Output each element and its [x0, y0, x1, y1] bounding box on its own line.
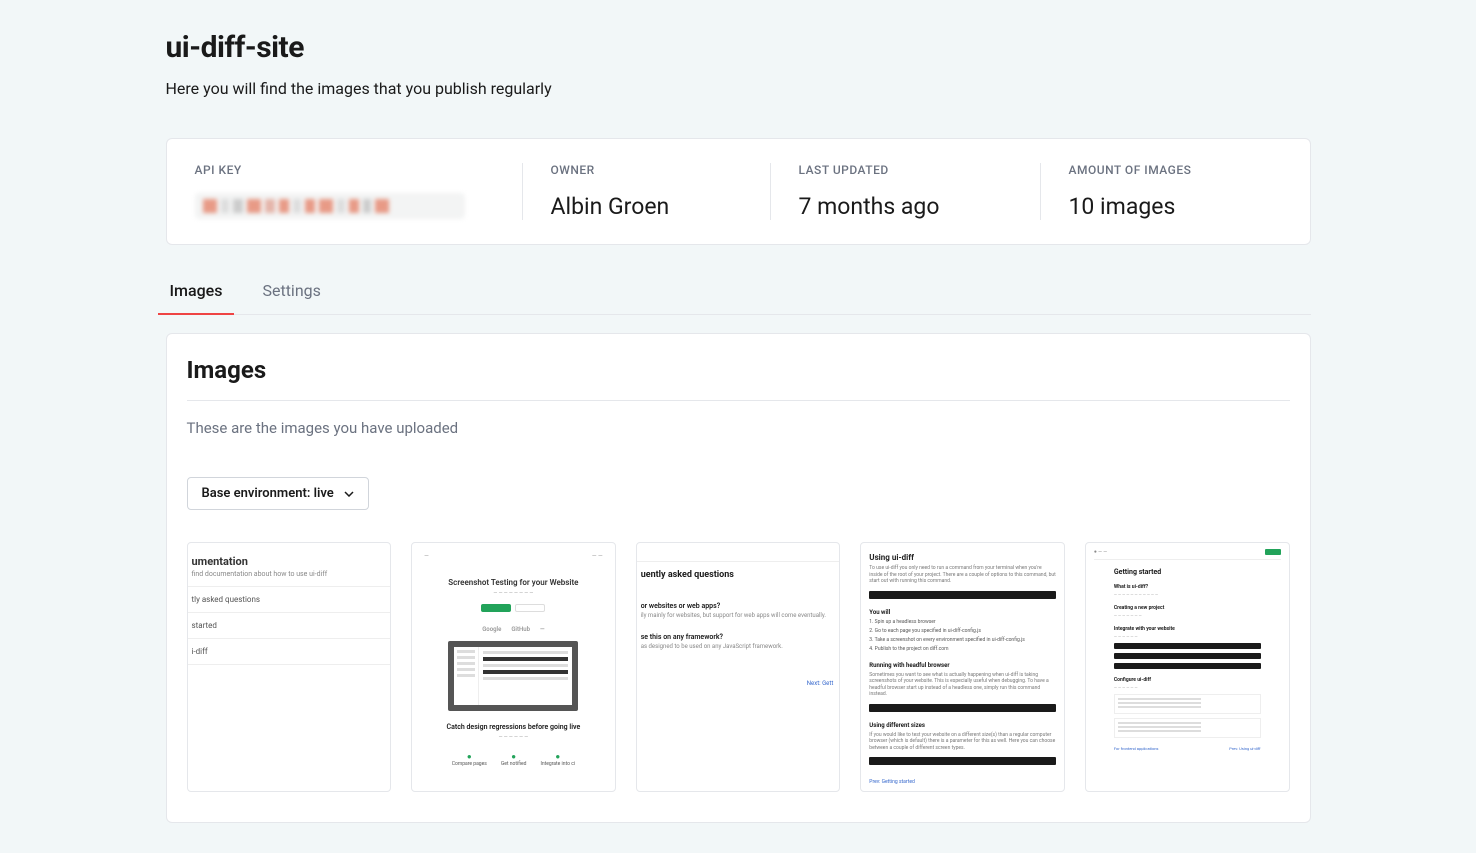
images-section: Images These are the images you have upl… [166, 333, 1311, 823]
thumb-text: To use ui-diff you only need to run a co… [869, 565, 1056, 585]
thumb-text: ily mainly for websites, but support for… [637, 612, 840, 619]
thumb-text: Screenshot Testing for your Website [448, 578, 578, 587]
thumb-text: Prev: Getting started [869, 779, 1056, 785]
image-count-label: AMOUNT OF IMAGES [1069, 163, 1282, 177]
thumb-text: 2. Go to each page you specified in ui-d… [869, 628, 1056, 634]
section-description: These are the images you have uploaded [187, 419, 1290, 437]
tab-images[interactable]: Images [166, 269, 227, 314]
thumb-text: 4. Publish to the project on diff.com [869, 646, 1056, 652]
image-thumbnail[interactable]: ● — — Getting started What is ui-diff? —… [1085, 542, 1290, 792]
tab-settings[interactable]: Settings [258, 269, 324, 314]
thumb-text: Creating a new project [1114, 605, 1261, 611]
thumb-text: i-diff [188, 639, 391, 665]
thumb-text: Compare pages [452, 752, 487, 767]
thumb-text: You will [869, 609, 1056, 616]
thumb-text: Integrate into ci [540, 752, 575, 767]
image-count-value: 10 images [1069, 193, 1282, 220]
thumb-text: 1. Spin up a headless browser [869, 619, 1056, 625]
info-cell-image-count: AMOUNT OF IMAGES 10 images [1041, 163, 1310, 220]
thumb-text: Using different sizes [869, 722, 1056, 729]
page-subtitle: Here you will find the images that you p… [166, 79, 1311, 98]
thumb-text: find documentation about how to use ui-d… [192, 570, 387, 578]
thumb-text: For frontend applications [1114, 746, 1159, 751]
tabs: Images Settings [166, 269, 1311, 315]
thumb-text: Getting started [1114, 568, 1261, 576]
info-cell-owner: OWNER Albin Groen [523, 163, 771, 220]
thumb-text: 3. Take a screenshot on every environmen… [869, 637, 1056, 643]
thumb-text: Google [482, 626, 501, 633]
thumb-text: or websites or web apps? [637, 588, 840, 612]
api-key-label: API KEY [195, 163, 494, 177]
page-title: ui-diff-site [166, 30, 1311, 65]
thumb-text: GitHub [511, 626, 530, 633]
environment-dropdown-label: Base environment: live [202, 486, 334, 501]
thumb-text: Next: Gett [637, 650, 840, 687]
image-thumbnail[interactable]: —— — Screenshot Testing for your Website… [411, 542, 616, 792]
image-thumbnail[interactable]: uently asked questions or websites or we… [636, 542, 841, 792]
api-key-value-blurred [195, 193, 465, 219]
image-thumbnail[interactable]: umentation find documentation about how … [187, 542, 392, 792]
info-cell-apikey: API KEY [167, 163, 523, 220]
thumb-text: tly asked questions [188, 587, 391, 613]
thumb-text: umentation [192, 555, 387, 568]
last-updated-value: 7 months ago [799, 193, 1012, 220]
thumb-text: What is ui-diff? [1114, 584, 1261, 590]
thumb-text: as designed to be used on any JavaScript… [637, 643, 840, 650]
last-updated-label: LAST UPDATED [799, 163, 1012, 177]
owner-label: OWNER [551, 163, 742, 177]
image-grid: umentation find documentation about how … [187, 542, 1290, 792]
section-title: Images [187, 356, 1290, 401]
thumb-text: Using ui-diff [869, 553, 1056, 562]
thumb-text: Running with headful browser [869, 662, 1056, 669]
image-thumbnail[interactable]: Using ui-diff To use ui-diff you only ne… [860, 542, 1065, 792]
info-cell-last-updated: LAST UPDATED 7 months ago [771, 163, 1041, 220]
thumb-text: Get notified [501, 752, 527, 767]
owner-value: Albin Groen [551, 193, 742, 220]
thumb-text: Catch design regressions before going li… [447, 723, 581, 731]
chevron-down-icon [344, 491, 354, 497]
thumb-text: uently asked questions [637, 562, 840, 588]
thumb-text: Configure ui-diff [1114, 677, 1261, 683]
thumb-text: started [188, 613, 391, 639]
environment-dropdown[interactable]: Base environment: live [187, 477, 369, 510]
thumb-text: se this on any framework? [637, 619, 840, 643]
info-card: API KEY OWNER Albin Groen LAST UPDATED 7… [166, 138, 1311, 245]
thumb-text: Prev: Using ui-diff [1229, 746, 1260, 751]
thumb-text: If you would like to test your website o… [869, 732, 1056, 752]
thumb-text: Sometimes you want to see what is actual… [869, 672, 1056, 698]
thumb-text: Integrate with your website [1114, 626, 1261, 632]
